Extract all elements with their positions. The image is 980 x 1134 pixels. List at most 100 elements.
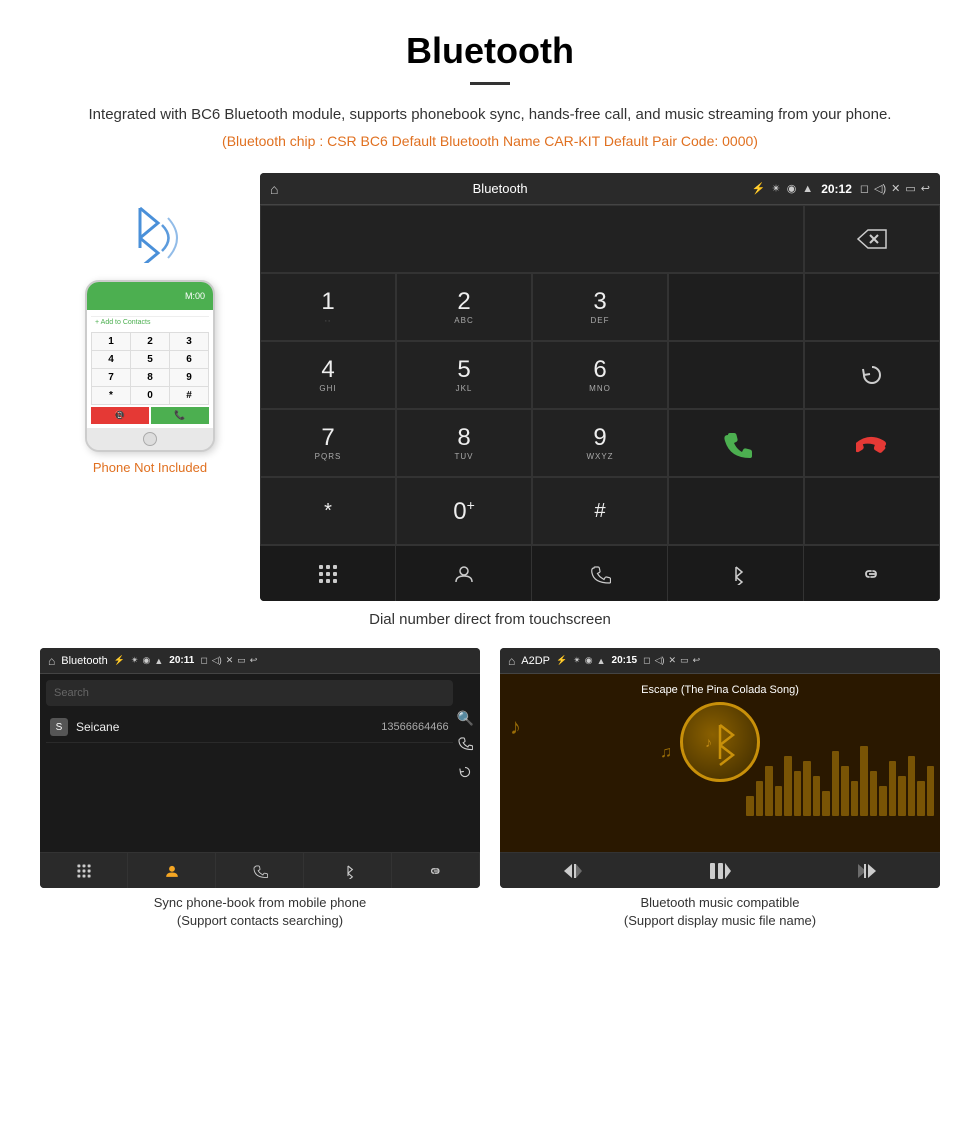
search-bar[interactable]: Search	[46, 680, 453, 706]
music-note-2: ♫	[660, 744, 672, 762]
close-icon[interactable]: ✕	[891, 182, 900, 195]
contact-name: Seicane	[76, 720, 381, 734]
phonebook-header: ⌂ Bluetooth ⚡ ✴ ◉ ▲ 20:11 ◻ ◁) ✕ ▭ ↩	[40, 648, 480, 674]
music-back-icon[interactable]: ↩	[693, 655, 701, 666]
eq-bar	[908, 756, 916, 816]
pb-nav-phone[interactable]	[216, 853, 304, 888]
eq-bar	[927, 766, 935, 816]
back-icon[interactable]: ↩	[921, 182, 930, 195]
key-2[interactable]: 2ABC	[396, 273, 532, 341]
phone-key-9[interactable]: 9	[170, 369, 208, 386]
pb-volume-icon: ◁)	[212, 655, 222, 666]
camera-icon: ◻	[860, 182, 869, 195]
phonebook-side-icons: 🔍	[457, 680, 474, 846]
play-pause-button[interactable]	[647, 862, 794, 880]
pb-call-icon[interactable]	[457, 735, 474, 756]
eq-bar	[832, 751, 840, 816]
phone-key-7[interactable]: 7	[92, 369, 130, 386]
key-7[interactable]: 7PQRS	[260, 409, 396, 477]
eq-bar	[822, 791, 830, 816]
pb-back-icon[interactable]: ↩	[250, 655, 258, 666]
key-5[interactable]: 5JKL	[396, 341, 532, 409]
key-1[interactable]: 1∙∙	[260, 273, 396, 341]
key-0[interactable]: 0+	[396, 477, 532, 545]
pb-nav-link[interactable]	[392, 853, 480, 888]
empty-cell-6	[804, 477, 940, 545]
phone-key-4[interactable]: 4	[92, 351, 130, 368]
key-hash[interactable]: #	[532, 477, 668, 545]
phone-call[interactable]: 📞	[151, 407, 209, 424]
phonebook-caption: Sync phone-book from mobile phone (Suppo…	[40, 894, 480, 930]
phone-end-call[interactable]: 📵	[91, 407, 149, 424]
phone-key-8[interactable]: 8	[131, 369, 169, 386]
key-6[interactable]: 6MNO	[532, 341, 668, 409]
nav-keypad[interactable]	[260, 546, 396, 601]
eq-bar	[813, 776, 821, 816]
nav-contacts[interactable]	[396, 546, 532, 601]
music-volume-icon: ◁)	[655, 655, 665, 666]
music-wifi-icon: ▲	[597, 656, 606, 666]
key-star[interactable]: *	[260, 477, 396, 545]
eq-bar	[889, 761, 897, 816]
pb-right-icons: ◻ ◁) ✕ ▭ ↩	[200, 655, 257, 666]
phone-key-star[interactable]: *	[92, 387, 130, 404]
nav-link[interactable]	[804, 546, 940, 601]
phone-key-6[interactable]: 6	[170, 351, 208, 368]
bt-icon: ✴	[771, 182, 780, 195]
music-screen-wrap: ⌂ A2DP ⚡ ✴ ◉ ▲ 20:15 ◻ ◁) ✕ ▭ ↩	[500, 648, 940, 930]
pb-reload-icon[interactable]	[457, 764, 474, 785]
pb-gps-icon: ◉	[143, 655, 151, 666]
contact-number: 13566664466	[381, 721, 448, 733]
pb-home-icon[interactable]: ⌂	[48, 654, 55, 668]
pb-nav-keypad[interactable]	[40, 853, 128, 888]
key-8[interactable]: 8TUV	[396, 409, 532, 477]
phone-key-hash[interactable]: #	[170, 387, 208, 404]
next-button[interactable]	[793, 863, 940, 879]
pb-close-icon[interactable]: ✕	[226, 655, 234, 666]
phone-status-text: M:00	[185, 291, 205, 301]
phone-top-bar: M:00	[87, 282, 213, 310]
end-call-button[interactable]	[804, 409, 940, 477]
phone-key-5[interactable]: 5	[131, 351, 169, 368]
music-close-icon[interactable]: ✕	[669, 655, 677, 666]
phone-key-0[interactable]: 0	[131, 387, 169, 404]
eq-bar	[746, 796, 754, 816]
volume-icon: ◁)	[874, 182, 886, 195]
pb-search-icon[interactable]: 🔍	[457, 710, 474, 727]
eq-bar	[841, 766, 849, 816]
prev-button[interactable]	[500, 863, 647, 879]
phone-home-btn[interactable]	[143, 432, 157, 446]
pb-usb-icon: ⚡	[114, 655, 125, 666]
phone-screen-body: + Add to Contacts 1 2 3 4 5 6 7 8 9 * 0 …	[87, 310, 213, 428]
main-section: M:00 + Add to Contacts 1 2 3 4 5 6 7 8 9	[40, 173, 940, 601]
eq-bar	[898, 776, 906, 816]
phone-key-3[interactable]: 3	[170, 333, 208, 350]
key-3[interactable]: 3DEF	[532, 273, 668, 341]
key-9[interactable]: 9WXYZ	[532, 409, 668, 477]
reload-cell[interactable]	[804, 341, 940, 409]
nav-phone[interactable]	[532, 546, 668, 601]
eq-bar	[879, 786, 887, 816]
equalizer-bars	[740, 736, 940, 816]
phonebook-bottom-nav	[40, 852, 480, 888]
key-4[interactable]: 4GHI	[260, 341, 396, 409]
phonebook-body: Search S Seicane 13566664466 🔍	[40, 674, 480, 852]
eq-bar	[851, 781, 859, 816]
page-wrapper: Bluetooth Integrated with BC6 Bluetooth …	[0, 0, 980, 978]
pb-nav-contacts[interactable]	[128, 853, 216, 888]
phone-key-2[interactable]: 2	[131, 333, 169, 350]
contact-row[interactable]: S Seicane 13566664466	[46, 712, 453, 743]
answer-call-button[interactable]	[668, 409, 804, 477]
eq-bar	[756, 781, 764, 816]
pb-nav-bluetooth[interactable]	[304, 853, 392, 888]
music-home-icon[interactable]: ⌂	[508, 654, 515, 668]
backspace-button[interactable]	[804, 205, 940, 273]
nav-bluetooth[interactable]	[668, 546, 804, 601]
dial-display	[260, 205, 804, 273]
car-screen-right-icons: ◻ ◁) ✕ ▭ ↩	[860, 182, 930, 195]
description-text: Integrated with BC6 Bluetooth module, su…	[40, 103, 940, 127]
phone-key-1[interactable]: 1	[92, 333, 130, 350]
bottom-screens: ⌂ Bluetooth ⚡ ✴ ◉ ▲ 20:11 ◻ ◁) ✕ ▭ ↩	[40, 648, 940, 930]
title-divider	[470, 82, 510, 85]
wifi-icon: ▲	[802, 183, 813, 195]
